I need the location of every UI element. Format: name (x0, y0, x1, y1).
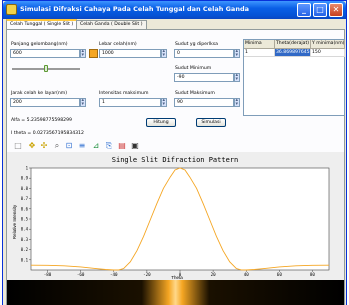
max-intensity-input[interactable]: 1 (99, 98, 161, 107)
max-angle-input[interactable]: 90 (174, 98, 234, 107)
diffraction-chart[interactable]: Single Slit Difraction Pattern Theta Rel… (7, 152, 344, 280)
table-cell[interactable]: 1 (244, 49, 275, 57)
alfa-text: Alfa = 5.23598775598299 (11, 118, 72, 123)
pan-icon[interactable]: ✣ (38, 140, 50, 152)
x-tick-label: 20 (211, 272, 217, 277)
wavelength-spinner[interactable] (80, 48, 86, 58)
y-tick-label: 0.9 (21, 176, 29, 181)
hitung-button[interactable]: Hitung (146, 118, 176, 127)
column-header-minima[interactable]: Minima (244, 40, 275, 49)
y-tick-label: 0.3 (21, 237, 29, 242)
x-tick-label: -20 (143, 272, 151, 277)
simulasi-button[interactable]: Simulasi (196, 118, 226, 127)
itheta-text: I theta = 0.0273567195834312 (11, 131, 84, 136)
view-angle-label: Sudut yg diperlksa (175, 42, 218, 47)
wavelength-label: Panjang gelombang(nm) (11, 42, 68, 47)
save-icon[interactable]: ▣ (129, 140, 141, 152)
y-tick-label: 0.2 (21, 247, 29, 252)
x-tick-label: -40 (110, 272, 118, 277)
minima-table[interactable]: Minima Theta(derajat) Y minima(nm) 1 36.… (243, 39, 345, 116)
color-swatch[interactable] (89, 49, 98, 58)
slit-width-spinner[interactable] (161, 48, 167, 58)
x-tick-label: -80 (44, 272, 52, 277)
zoom-box-icon[interactable]: ⊡ (63, 140, 75, 152)
max-angle-spinner[interactable] (234, 97, 240, 107)
move-icon[interactable]: ✥ (26, 140, 38, 152)
single-slit-panel: Panjang gelombang(nm) 600 Lebar celah(nm… (6, 29, 345, 305)
min-angle-spinner[interactable] (234, 72, 240, 82)
app-window: Simulasi Difraksi Cahaya Pada Celah Tung… (2, 0, 347, 305)
view-angle-spinner[interactable] (234, 48, 240, 58)
x-tick-label: 40 (244, 272, 250, 277)
screen-distance-spinner[interactable] (80, 97, 86, 107)
maximize-button[interactable]: □ (313, 3, 327, 17)
max-intensity-spinner[interactable] (161, 97, 167, 107)
chart-title: Single Slit Difraction Pattern (112, 156, 238, 164)
x-tick-label: 80 (310, 272, 316, 277)
view-angle-input[interactable]: 0 (174, 49, 234, 58)
table-cell[interactable]: 36.8698976458 (275, 49, 311, 57)
zoom-icon[interactable]: ⌕ (51, 140, 63, 152)
table-cell[interactable]: 150 (311, 49, 345, 57)
screen-distance-label: Jarak celah ke layar(nm) (11, 91, 68, 96)
window-title: Simulasi Difraksi Cahaya Pada Celah Tung… (20, 5, 249, 13)
minimize-button[interactable]: _ (297, 3, 311, 17)
column-header-y-minima[interactable]: Y minima(nm) (311, 40, 345, 49)
wavelength-slider-thumb[interactable] (44, 65, 48, 72)
slit-width-label: Lebar celah(nm) (99, 42, 137, 47)
max-intensity-label: Intensitas maksimum (99, 91, 149, 96)
y-axis-label: Relative Intensity (12, 204, 17, 239)
y-tick-label: 0.7 (21, 196, 29, 201)
copy-icon[interactable]: ⎘ (103, 140, 115, 152)
y-tick-label: 0.8 (21, 186, 29, 191)
diffraction-pattern-strip (7, 280, 344, 305)
close-button[interactable]: ✕ (329, 3, 343, 17)
y-tick-label: 0.6 (21, 206, 29, 211)
y-tick-label: 0.5 (21, 217, 29, 222)
x-tick-label: -60 (77, 272, 85, 277)
wavelength-input[interactable]: 600 (10, 49, 80, 58)
refresh-icon[interactable]: □ (12, 140, 24, 152)
min-angle-label: Sudut Minimum (175, 66, 212, 71)
y-tick-label: 1 (26, 166, 29, 171)
tab-single-slit[interactable]: Celah Tunggal ( Single Slit ) (6, 19, 78, 29)
slit-width-input[interactable]: 1000 (99, 49, 161, 58)
print-icon[interactable]: ▤ (116, 140, 128, 152)
min-angle-input[interactable]: -90 (174, 73, 234, 82)
screen-distance-input[interactable]: 200 (10, 98, 80, 107)
app-icon (6, 4, 17, 15)
y-tick-label: 0.1 (21, 257, 29, 262)
column-header-theta[interactable]: Theta(derajat) (275, 40, 311, 49)
x-tick-label: 60 (277, 272, 283, 277)
pattern-svg (7, 280, 344, 305)
chart-svg: Single Slit Difraction Pattern Theta Rel… (12, 156, 330, 280)
y-tick-label: 0.4 (21, 227, 29, 232)
chart-lines-icon[interactable]: ≡ (76, 140, 88, 152)
pattern-gradient (7, 280, 344, 305)
plot-area (30, 167, 330, 271)
title-bar[interactable]: Simulasi Difraksi Cahaya Pada Celah Tung… (3, 1, 346, 19)
max-angle-label: Sudut Maksimum (175, 91, 215, 96)
chart-settings-icon[interactable]: ⊿ (90, 140, 102, 152)
tab-double-slit[interactable]: Celah Ganda ( Double Slit ) (76, 20, 147, 29)
